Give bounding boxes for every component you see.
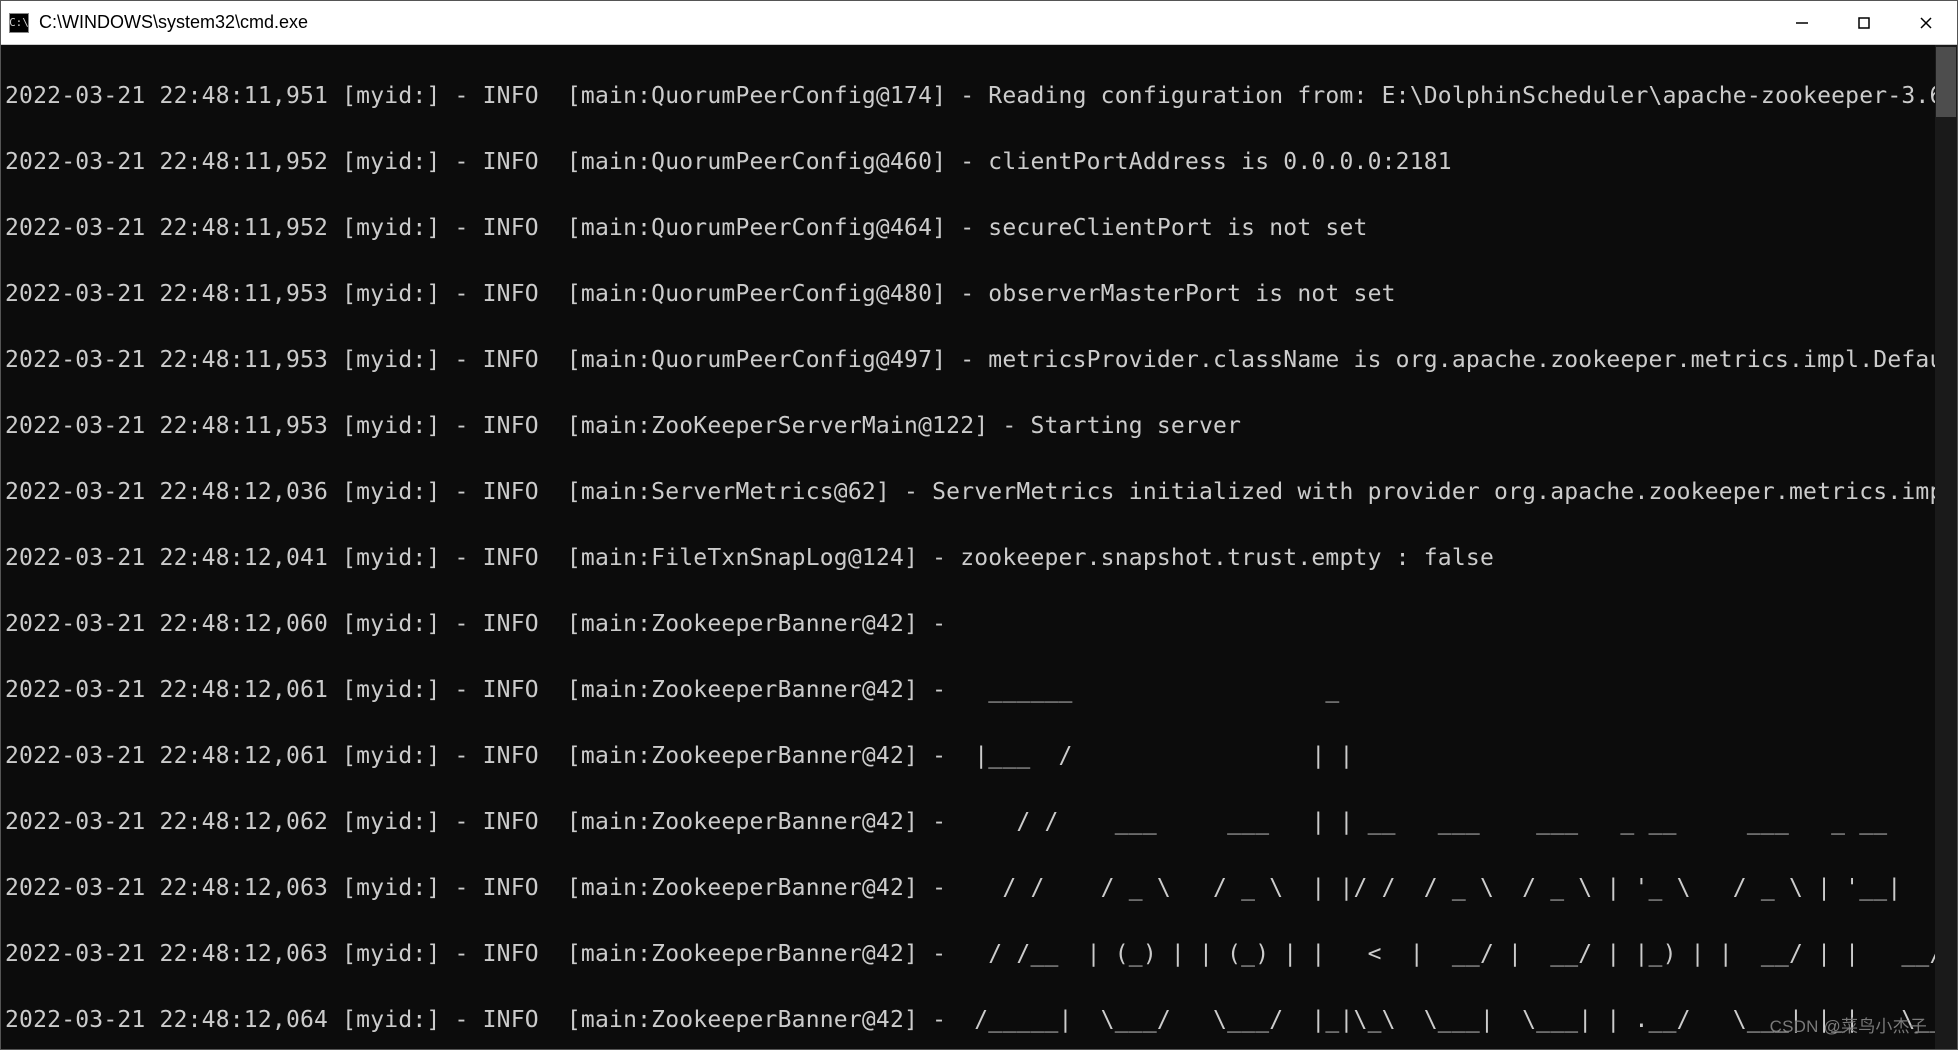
cmd-window: C:\ C:\WINDOWS\system32\cmd.exe 2022-03-… xyxy=(0,0,1958,1050)
maximize-button[interactable] xyxy=(1833,1,1895,44)
watermark: CSDN @菜鸟小杰子 xyxy=(1770,1010,1927,1043)
window-title: C:\WINDOWS\system32\cmd.exe xyxy=(39,12,1771,33)
log-line: 2022-03-21 22:48:11,953 [myid:] - INFO [… xyxy=(5,278,1953,311)
log-line: 2022-03-21 22:48:12,041 [myid:] - INFO [… xyxy=(5,542,1953,575)
close-icon xyxy=(1919,16,1933,30)
window-controls xyxy=(1771,1,1957,44)
log-line: 2022-03-21 22:48:12,060 [myid:] - INFO [… xyxy=(5,608,1953,641)
log-line: 2022-03-21 22:48:11,951 [myid:] - INFO [… xyxy=(5,80,1953,113)
log-line: 2022-03-21 22:48:12,064 [myid:] - INFO [… xyxy=(5,1004,1953,1037)
minimize-icon xyxy=(1795,16,1809,30)
log-line: 2022-03-21 22:48:11,952 [myid:] - INFO [… xyxy=(5,146,1953,179)
minimize-button[interactable] xyxy=(1771,1,1833,44)
log-line: 2022-03-21 22:48:12,036 [myid:] - INFO [… xyxy=(5,476,1953,509)
log-line: 2022-03-21 22:48:11,953 [myid:] - INFO [… xyxy=(5,344,1953,377)
scrollbar[interactable] xyxy=(1935,45,1957,1049)
log-line: 2022-03-21 22:48:12,062 [myid:] - INFO [… xyxy=(5,806,1953,839)
log-line: 2022-03-21 22:48:11,952 [myid:] - INFO [… xyxy=(5,212,1953,245)
log-line: 2022-03-21 22:48:12,061 [myid:] - INFO [… xyxy=(5,740,1953,773)
cmd-icon: C:\ xyxy=(9,13,29,33)
terminal-output[interactable]: 2022-03-21 22:48:11,951 [myid:] - INFO [… xyxy=(1,45,1957,1049)
scrollbar-thumb[interactable] xyxy=(1936,47,1956,117)
log-line: 2022-03-21 22:48:12,063 [myid:] - INFO [… xyxy=(5,938,1953,971)
log-line: 2022-03-21 22:48:12,063 [myid:] - INFO [… xyxy=(5,872,1953,905)
close-button[interactable] xyxy=(1895,1,1957,44)
log-line: 2022-03-21 22:48:12,061 [myid:] - INFO [… xyxy=(5,674,1953,707)
log-line: 2022-03-21 22:48:11,953 [myid:] - INFO [… xyxy=(5,410,1953,443)
titlebar[interactable]: C:\ C:\WINDOWS\system32\cmd.exe xyxy=(1,1,1957,45)
maximize-icon xyxy=(1857,16,1871,30)
